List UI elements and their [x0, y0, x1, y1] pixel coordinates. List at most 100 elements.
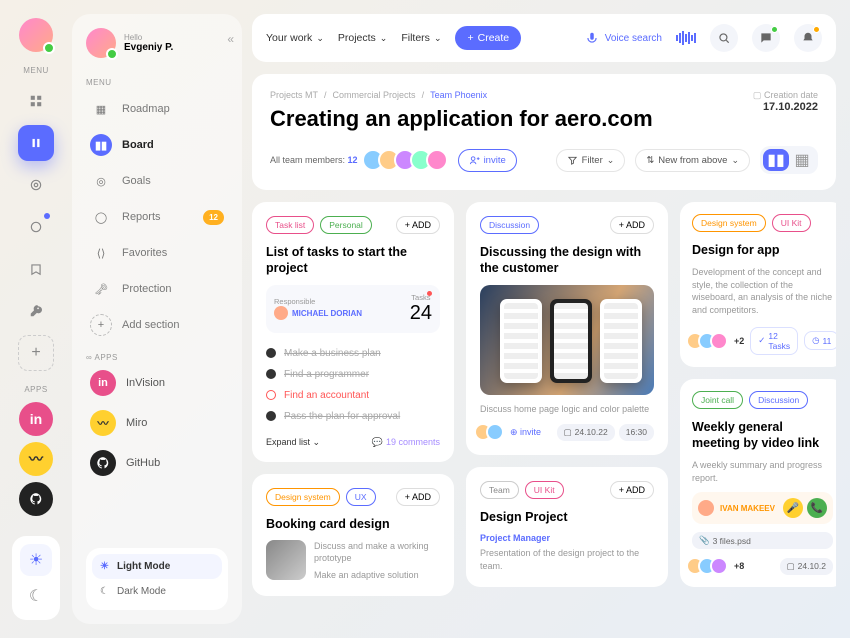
member-avatars[interactable] [368, 149, 448, 171]
menu-label: MENU [86, 78, 228, 87]
member-avatars[interactable] [692, 557, 728, 575]
invite-link[interactable]: ⊕ invite [510, 427, 541, 438]
sidebar-item-roadmap[interactable]: ▦Roadmap [86, 91, 228, 127]
sidebar: HelloEvgeniy P. « MENU ▦Roadmap ▮▮Board … [72, 14, 242, 624]
light-mode-icon[interactable]: ☀ [20, 544, 52, 576]
card-booking[interactable]: Design system UX + ADD Booking card desi… [252, 474, 454, 596]
tag: Task list [266, 216, 314, 234]
your-work-menu[interactable]: Your work⌄ [266, 32, 324, 44]
sidebar-item-label: Favorites [122, 247, 167, 259]
sidebar-item-label: Goals [122, 175, 151, 187]
add-section-icon[interactable]: + [18, 335, 54, 371]
sidebar-item-board[interactable]: ▮▮Board [86, 127, 228, 163]
app-invision-icon[interactable]: in [19, 402, 53, 436]
collapse-icon[interactable]: « [227, 32, 234, 46]
mic-icon[interactable]: 🎤 [783, 498, 803, 518]
members-label: All team members: 12 [270, 155, 358, 165]
sidebar-item-favorites[interactable]: ⟨⟩Favorites [86, 235, 228, 271]
invite-button[interactable]: invite [458, 149, 517, 172]
favorites-icon[interactable] [18, 251, 54, 287]
sidebar-app-github[interactable]: GitHub [86, 446, 228, 480]
chat-icon[interactable] [752, 24, 780, 52]
files-chip[interactable]: 📎 3 files.psd [692, 532, 833, 549]
sidebar-item-label: Board [122, 139, 154, 151]
filter-button[interactable]: Filter⌄ [556, 149, 626, 172]
tasks-chip: ✓ 12 Tasks [750, 327, 798, 355]
filters-menu[interactable]: Filters⌄ [401, 32, 441, 44]
goals-icon[interactable] [18, 167, 54, 203]
sidebar-item-reports[interactable]: ◯Reports12 [86, 199, 228, 235]
todo-item[interactable]: Make a business plan [266, 343, 440, 364]
protection-icon[interactable] [18, 293, 54, 329]
avatar[interactable] [19, 18, 53, 52]
member-avatars[interactable] [480, 423, 504, 441]
add-button[interactable]: + ADD [396, 216, 440, 234]
card-desc: Presentation of the design project to th… [480, 547, 654, 572]
main-content: Your work⌄ Projects⌄ Filters⌄ + Create V… [242, 0, 850, 638]
card-desc: Discuss home page logic and color palett… [480, 403, 654, 416]
sidebar-item-label: Protection [122, 283, 172, 295]
search-icon[interactable] [710, 24, 738, 52]
tag: UI Kit [525, 481, 564, 499]
card-meeting[interactable]: Joint call Discussion Weekly general mee… [680, 379, 836, 588]
todo-item[interactable]: Find an accountant [266, 385, 440, 406]
board-icon[interactable] [18, 125, 54, 161]
todo-item[interactable]: Find a programmer [266, 364, 440, 385]
add-button[interactable]: + ADD [610, 216, 654, 234]
todo-item[interactable]: Pass the plan for approval [266, 406, 440, 427]
app-github-icon[interactable] [19, 482, 53, 516]
card-design-app[interactable]: Design system UI Kit Design for app Deve… [680, 202, 836, 367]
tasks-count: 24 [410, 302, 432, 325]
tag: Personal [320, 216, 372, 234]
sidebar-app-miro[interactable]: 〰Miro [86, 406, 228, 440]
card-tasklist[interactable]: Task list Personal + ADD List of tasks t… [252, 202, 454, 462]
create-button[interactable]: + Create [455, 26, 521, 50]
dark-mode-icon[interactable]: ☾ [20, 580, 52, 612]
add-button[interactable]: + ADD [396, 488, 440, 506]
reports-badge: 12 [203, 210, 224, 225]
grid-view-icon[interactable]: ▦ [789, 149, 815, 171]
tag: UX [346, 488, 376, 506]
card-discussion[interactable]: Discussion + ADD Discussing the design w… [466, 202, 668, 455]
comments-count[interactable]: 💬 19 comments [372, 437, 440, 448]
sidebar-item-label: InVision [126, 377, 165, 389]
owner-name: IVAN MAKEEV [720, 504, 775, 513]
sidebar-item-add-section[interactable]: +Add section [86, 307, 228, 343]
thumbnail [266, 540, 306, 580]
sidebar-item-label: Roadmap [122, 103, 170, 115]
sidebar-item-protection[interactable]: 🗝Protection [86, 271, 228, 307]
greeting: Hello [124, 33, 173, 42]
more-count: +2 [734, 336, 744, 346]
dark-mode-button[interactable]: ☾Dark Mode [92, 579, 222, 604]
add-button[interactable]: + ADD [610, 481, 654, 499]
avatar[interactable] [86, 28, 116, 58]
apps-label: APPS [24, 385, 47, 394]
card-title: Weekly general meeting by video link [692, 419, 833, 452]
time-chip: 16:30 [619, 424, 654, 441]
resp-name[interactable]: MICHAEL DORIAN [274, 306, 362, 320]
light-mode-button[interactable]: ☀Light Mode [92, 554, 222, 579]
card-design-project[interactable]: Team UI Kit + ADD Design Project Project… [466, 467, 668, 586]
column-view-icon[interactable]: ▮▮ [763, 149, 789, 171]
card-desc: A weekly summary and progress report. [692, 459, 833, 484]
page-title: Creating an application for aero.com [270, 106, 653, 132]
view-switch: ▮▮ ▦ [760, 146, 818, 174]
theme-switch: ☀Light Mode ☾Dark Mode [86, 548, 228, 610]
app-miro-icon[interactable]: 〰 [19, 442, 53, 476]
new-from-button[interactable]: ⇅ New from above⌄ [635, 149, 750, 172]
member-avatars[interactable] [692, 332, 728, 350]
sidebar-app-invision[interactable]: inInVision [86, 366, 228, 400]
reports-icon[interactable] [18, 209, 54, 245]
breadcrumb[interactable]: Projects MT/Commercial Projects/Team Pho… [270, 90, 653, 100]
expand-list[interactable]: Expand list ⌄ [266, 437, 320, 448]
bell-icon[interactable] [794, 24, 822, 52]
user-name: Evgeniy P. [124, 42, 173, 53]
call-icon[interactable]: 📞 [807, 498, 827, 518]
roadmap-icon[interactable] [18, 83, 54, 119]
voice-search[interactable]: Voice search [585, 31, 662, 45]
board: Task list Personal + ADD List of tasks t… [252, 202, 836, 638]
sidebar-item-goals[interactable]: ◎Goals [86, 163, 228, 199]
projects-menu[interactable]: Projects⌄ [338, 32, 387, 44]
more-count: +8 [734, 561, 744, 571]
tag: Team [480, 481, 519, 499]
